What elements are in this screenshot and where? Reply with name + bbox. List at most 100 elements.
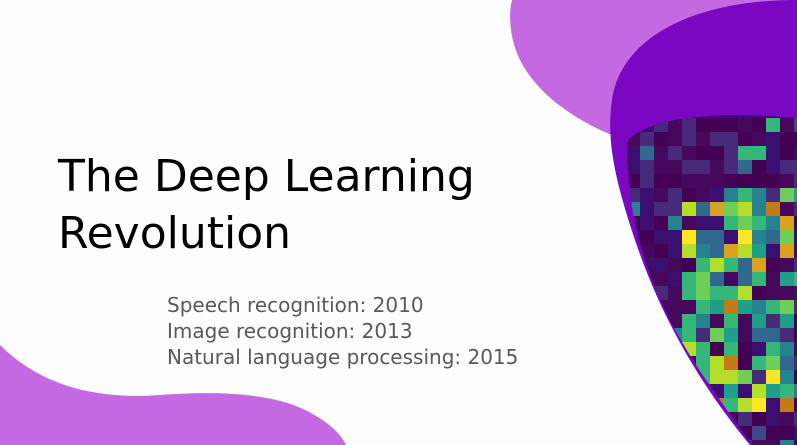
heatmap-cell xyxy=(710,272,724,286)
heatmap-cell xyxy=(640,174,654,188)
heatmap-cell xyxy=(612,300,626,314)
heatmap-cell xyxy=(696,244,710,258)
heatmap-cell xyxy=(668,174,682,188)
heatmap-cell xyxy=(612,286,626,300)
heatmap-cell xyxy=(780,146,794,160)
heatmap-cell xyxy=(766,412,780,426)
heatmap-cell xyxy=(696,188,710,202)
heatmap-cell xyxy=(640,440,654,445)
heatmap-cell xyxy=(766,356,780,370)
heatmap-cell xyxy=(738,286,752,300)
heatmap-cell xyxy=(668,258,682,272)
heatmap-cell xyxy=(640,412,654,426)
milestone-item-nlp: Natural language processing: 2015 xyxy=(167,345,519,369)
heatmap-cell xyxy=(780,370,794,384)
heatmap-cell xyxy=(654,146,668,160)
heatmap-cell xyxy=(724,342,738,356)
heatmap-cell xyxy=(710,440,724,445)
heatmap-cell xyxy=(640,356,654,370)
heatmap-cell xyxy=(654,398,668,412)
heatmap-cell xyxy=(752,202,766,216)
heatmap-cell xyxy=(738,398,752,412)
title-line-2: Revolution xyxy=(58,208,292,259)
heatmap-cell xyxy=(654,272,668,286)
heatmap-cell xyxy=(752,370,766,384)
heatmap-cell xyxy=(710,314,724,328)
heatmap-cell xyxy=(696,412,710,426)
heatmap-cell xyxy=(627,412,640,426)
heatmap-cell xyxy=(612,230,626,244)
heatmap-cell xyxy=(766,370,780,384)
heatmap-cell xyxy=(780,216,794,230)
heatmap-cell xyxy=(752,160,766,174)
heatmap-cell xyxy=(738,244,752,258)
heatmap-cell xyxy=(710,370,724,384)
heatmap-cell xyxy=(627,272,640,286)
heatmap-cell xyxy=(724,286,738,300)
heatmap-cell xyxy=(766,244,780,258)
heatmap-cell xyxy=(668,412,682,426)
heatmap-cell xyxy=(738,314,752,328)
heatmap-cell xyxy=(696,258,710,272)
heatmap-cell xyxy=(724,244,738,258)
heatmap-cell xyxy=(724,174,738,188)
milestone-item-speech: Speech recognition: 2010 xyxy=(167,293,424,317)
heatmap-cell xyxy=(738,272,752,286)
heatmap-cell xyxy=(682,412,696,426)
heatmap-cell xyxy=(682,272,696,286)
heatmap-cell xyxy=(752,118,766,132)
heatmap-cell xyxy=(724,314,738,328)
heatmap-cell xyxy=(668,342,682,356)
heatmap-cell xyxy=(612,244,626,258)
heatmap-cell xyxy=(752,146,766,160)
pixel-heatmap-image xyxy=(612,115,797,445)
heatmap-cell xyxy=(682,230,696,244)
heatmap-cell xyxy=(780,202,794,216)
heatmap-cell xyxy=(710,146,724,160)
heatmap-cell xyxy=(766,272,780,286)
heatmap-cell xyxy=(752,132,766,146)
heatmap-cell xyxy=(640,146,654,160)
heatmap-cell xyxy=(780,132,794,146)
heatmap-cell xyxy=(668,384,682,398)
heatmap-cell xyxy=(640,286,654,300)
heatmap-cell xyxy=(752,356,766,370)
heatmap-cell xyxy=(752,342,766,356)
heatmap-cell xyxy=(738,146,752,160)
heatmap-cell xyxy=(696,202,710,216)
heatmap-cell xyxy=(682,384,696,398)
heatmap-cell xyxy=(696,314,710,328)
heatmap-cell xyxy=(640,202,654,216)
heatmap-cell xyxy=(640,342,654,356)
heatmap-cell xyxy=(612,356,626,370)
heatmap-cell xyxy=(766,230,780,244)
heatmap-cell xyxy=(627,398,640,412)
heatmap-cell xyxy=(738,230,752,244)
heatmap-cell xyxy=(738,160,752,174)
heatmap-cell xyxy=(640,160,654,174)
heatmap-cell xyxy=(668,272,682,286)
heatmap-cell xyxy=(668,300,682,314)
heatmap-cell xyxy=(738,118,752,132)
heatmap-cell xyxy=(696,286,710,300)
heatmap-cell xyxy=(738,174,752,188)
heatmap-cell xyxy=(654,202,668,216)
heatmap-cell xyxy=(724,272,738,286)
heatmap-cell xyxy=(766,174,780,188)
heatmap-cell xyxy=(696,426,710,440)
heatmap-cell xyxy=(654,230,668,244)
heatmap-cell xyxy=(752,314,766,328)
heatmap-cell xyxy=(612,426,626,440)
heatmap-cell xyxy=(696,272,710,286)
heatmap-cell xyxy=(752,440,766,445)
heatmap-cell xyxy=(627,342,640,356)
heatmap-cell xyxy=(627,258,640,272)
heatmap-cell xyxy=(710,188,724,202)
heatmap-cell xyxy=(766,328,780,342)
milestone-list: Speech recognition: 2010 Image recogniti… xyxy=(167,292,518,370)
heatmap-cell xyxy=(710,160,724,174)
heatmap-cell xyxy=(724,188,738,202)
heatmap-cell xyxy=(654,370,668,384)
heatmap-cell xyxy=(640,370,654,384)
heatmap-cell xyxy=(612,328,626,342)
